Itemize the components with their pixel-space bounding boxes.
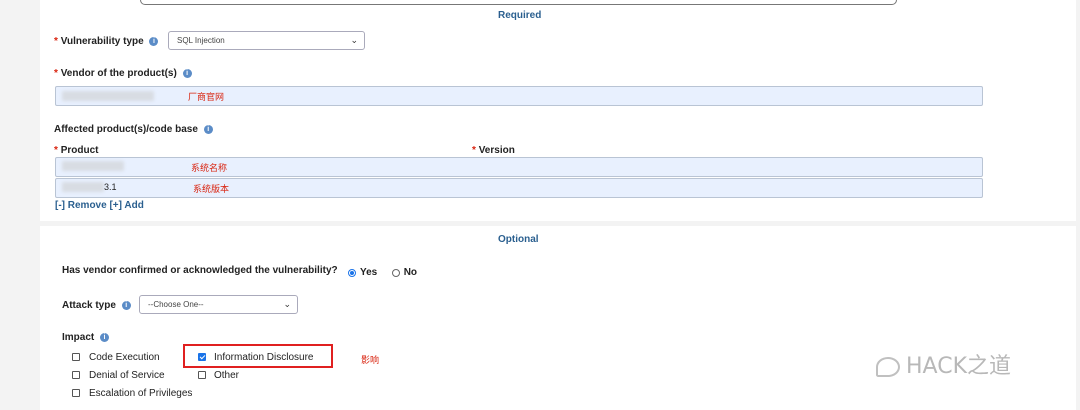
info-icon: i	[203, 124, 213, 134]
vulnerability-report-form: Required * Vulnerability type i SQL Inje…	[0, 0, 1080, 410]
vendor-annotation: 厂商官网	[188, 92, 225, 102]
code-execution-checkbox[interactable]	[72, 353, 80, 361]
code-execution-label: Code Execution	[89, 352, 160, 363]
version-column-label: * Version	[472, 145, 515, 156]
attack-type-label: Attack type i	[62, 300, 131, 311]
required-section-title: Required	[498, 10, 542, 21]
wechat-icon	[876, 357, 900, 377]
other-label: Other	[214, 370, 240, 381]
vendor-confirmed-radio-group: Yes No	[348, 264, 427, 282]
version-partial-value: 3.1	[104, 182, 117, 192]
chevron-down-icon: ⌄	[283, 299, 291, 309]
vendor-label: * Vendor of the product(s) i	[54, 68, 192, 79]
watermark: HACK之道	[876, 348, 1011, 380]
impact-annotation: 影响	[361, 355, 380, 365]
info-icon: i	[121, 300, 131, 310]
no-radio[interactable]	[391, 268, 400, 277]
optional-section-title: Optional	[498, 234, 539, 245]
attack-type-select[interactable]: --Choose One-- ⌄	[139, 295, 298, 314]
vulnerability-type-select[interactable]: SQL Injection ⌄	[168, 31, 365, 50]
escalation-of-privileges-checkbox[interactable]	[72, 389, 80, 397]
impact-label: Impact i	[62, 332, 110, 343]
yes-label: Yes	[360, 267, 378, 279]
other-checkbox[interactable]	[198, 371, 206, 379]
no-label: No	[403, 267, 418, 279]
vulnerability-type-label: * Vulnerability type i	[54, 36, 159, 47]
optional-section	[40, 226, 1076, 410]
info-icon: i	[149, 36, 159, 46]
required-star: *	[54, 36, 58, 47]
previous-textarea-edge	[140, 0, 897, 5]
product-annotation: 系统名称	[191, 163, 228, 173]
annotation-highlight-box	[183, 344, 333, 368]
info-icon: i	[100, 332, 110, 342]
required-star: *	[54, 68, 58, 79]
redacted-vendor-text	[62, 91, 154, 101]
remove-add-links[interactable]: [-] Remove [+] Add	[55, 200, 144, 211]
denial-of-service-checkbox[interactable]	[72, 371, 80, 379]
required-star: *	[54, 145, 58, 156]
required-star: *	[472, 145, 476, 156]
escalation-of-privileges-label: Escalation of Privileges	[89, 388, 193, 399]
vendor-confirmed-question: Has vendor confirmed or acknowledged the…	[62, 265, 338, 276]
product-column-label: * Product	[54, 145, 99, 156]
redacted-product-text	[62, 161, 124, 171]
yes-radio[interactable]	[348, 268, 356, 277]
info-icon: i	[182, 68, 192, 78]
affected-products-label: Affected product(s)/code base i	[54, 124, 213, 135]
chevron-down-icon: ⌄	[350, 35, 358, 45]
redacted-version-text	[62, 182, 104, 192]
denial-of-service-label: Denial of Service	[89, 370, 165, 381]
version-annotation: 系统版本	[193, 184, 230, 194]
